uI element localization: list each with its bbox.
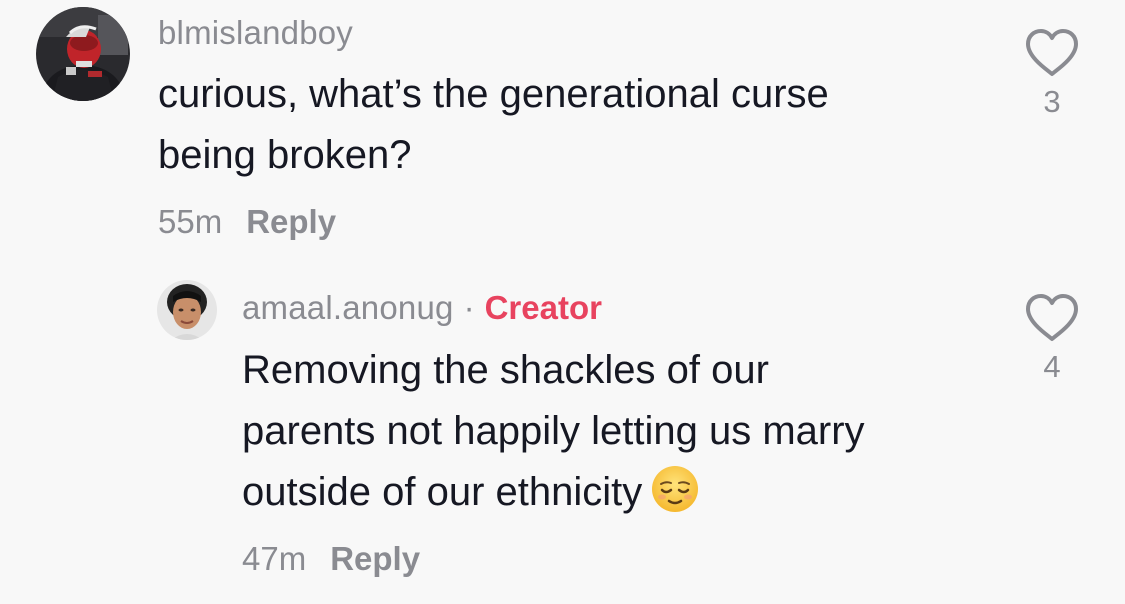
comment-text-line: curious, what’s the generational curse — [158, 72, 829, 116]
avatar-image — [157, 280, 217, 340]
heart-outline-icon — [1026, 294, 1078, 341]
reply-timestamp: 47m — [242, 540, 307, 577]
comment-username[interactable]: blmislandboy — [158, 14, 353, 52]
reply-button[interactable]: Reply — [246, 203, 336, 240]
reply-header: amaal.anonug · Creator — [242, 289, 602, 327]
like-button[interactable]: 4 — [1022, 293, 1082, 385]
reply-text-line: parents not happily letting us marry — [242, 409, 865, 453]
creator-badge: Creator — [484, 289, 602, 326]
reply-username[interactable]: amaal.anonug — [242, 289, 454, 327]
avatar[interactable] — [36, 7, 130, 101]
like-button[interactable]: 3 — [1022, 28, 1082, 120]
heart-outline-icon — [1026, 29, 1078, 76]
comments-screen: blmislandboy curious, what’s the generat… — [0, 0, 1125, 604]
comment-text: curious, what’s the generational curse b… — [158, 64, 829, 186]
like-count: 4 — [1043, 349, 1061, 384]
reply-meta: 47m Reply — [242, 540, 420, 578]
comment-timestamp: 55m — [158, 203, 223, 240]
avatar-image — [36, 7, 130, 101]
separator-dot: · — [463, 289, 475, 326]
reply-button[interactable]: Reply — [330, 540, 420, 577]
reply-text-line: outside of our ethnicity — [242, 462, 865, 523]
reply-text-line-content: outside of our ethnicity — [242, 470, 643, 514]
reply-text: Removing the shackles of our parents not… — [242, 340, 865, 523]
comment-text-line: being broken? — [158, 133, 412, 177]
like-count: 3 — [1043, 84, 1061, 119]
relieved-face-emoji — [652, 466, 699, 512]
reply-text-line: Removing the shackles of our — [242, 348, 769, 392]
avatar[interactable] — [157, 280, 217, 340]
comment-meta: 55m Reply — [158, 203, 336, 241]
